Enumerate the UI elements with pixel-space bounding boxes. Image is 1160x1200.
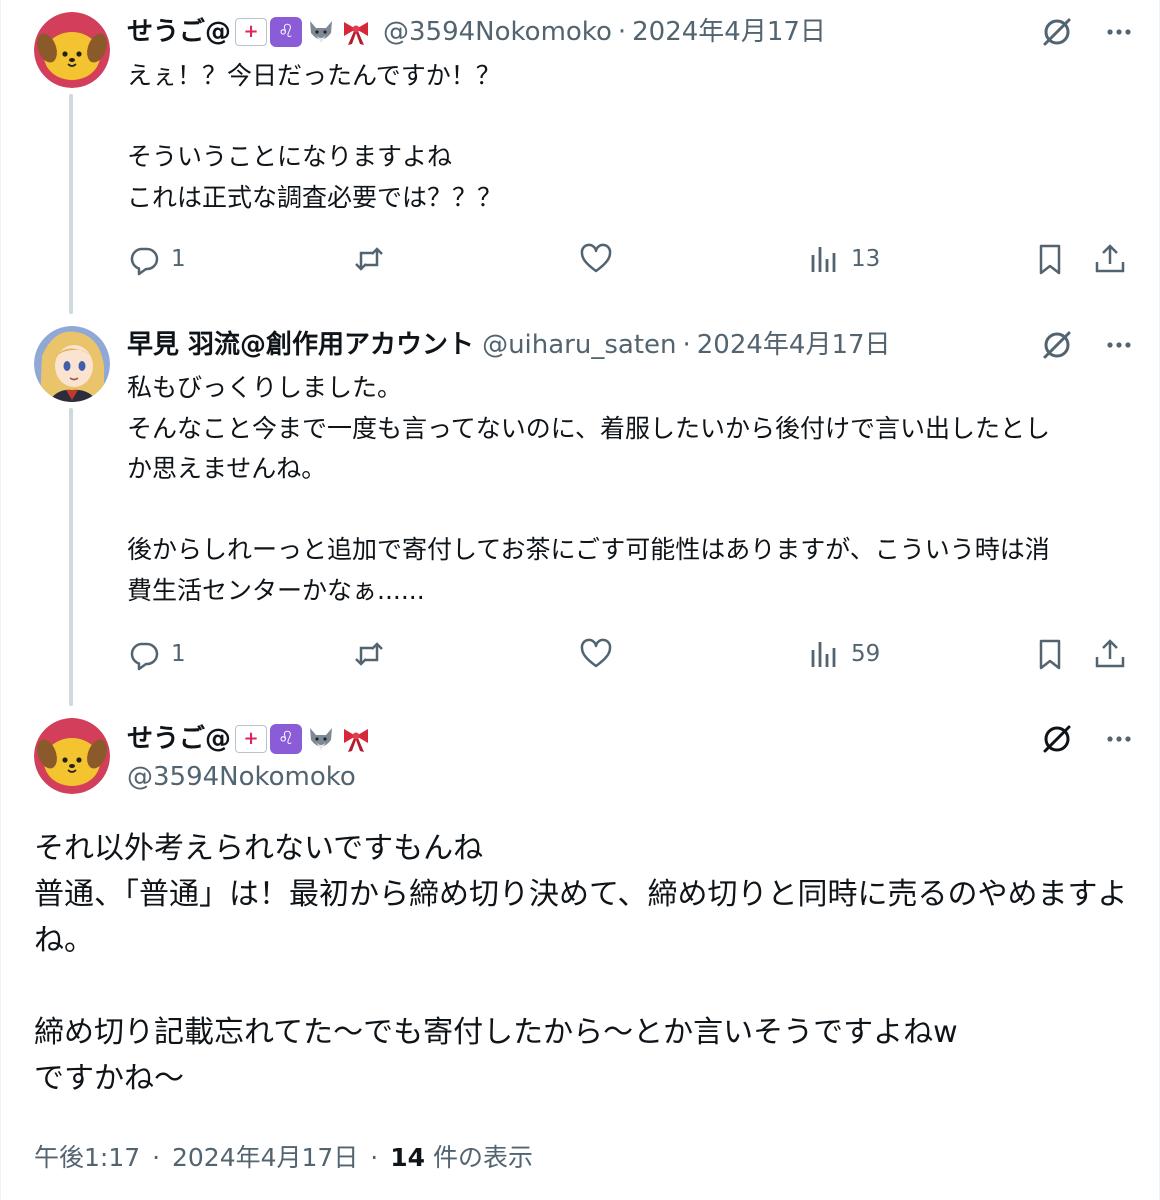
tweet-time[interactable]: 午後1:17: [34, 1143, 140, 1172]
ambulance-emoji-icon: +: [235, 725, 268, 753]
reply-icon: [130, 642, 159, 671]
reply-icon: [130, 247, 159, 276]
tweet-header-actions: [1040, 722, 1134, 756]
grok-icon[interactable]: [1040, 328, 1074, 362]
ribbon-emoji-icon: [340, 724, 372, 754]
user-handle[interactable]: @uiharu_saten: [482, 328, 676, 362]
wolf-emoji-icon: [305, 724, 337, 754]
display-name[interactable]: 早見 羽流@創作用アカウント: [127, 328, 474, 362]
views-icon: [811, 247, 836, 272]
tweet-actions: 1 59: [127, 637, 1127, 677]
name-emojis: + ♌: [235, 724, 375, 754]
retweet-icon: [355, 247, 383, 271]
bookmark-button[interactable]: [1033, 242, 1067, 276]
avatar[interactable]: [34, 326, 110, 402]
views-count: 59: [851, 641, 881, 667]
reply-count: 1: [171, 641, 186, 667]
tweet-header: せうご@ + ♌: [127, 722, 375, 756]
separator-dot: ·: [682, 330, 691, 360]
grok-icon[interactable]: [1040, 15, 1074, 49]
user-handle[interactable]: @3594Nokomoko: [383, 15, 612, 49]
wolf-emoji-icon: [305, 17, 337, 47]
views-count: 13: [851, 246, 881, 272]
tweet-date[interactable]: 2024年4月17日: [697, 328, 891, 362]
like-button[interactable]: [579, 242, 613, 276]
reply-button[interactable]: 1: [127, 637, 186, 671]
bookmark-icon: [1039, 244, 1061, 275]
reply-button[interactable]: 1: [127, 242, 186, 276]
tweet-date[interactable]: 2024年4月17日: [632, 15, 826, 49]
views-icon: [811, 642, 836, 667]
user-handle[interactable]: @3594Nokomoko: [127, 762, 356, 792]
views-count: 14: [390, 1143, 425, 1172]
tweet-text: えぇ！？今日だったんですか！？ そういうことになりますよね これは正式な調査必要…: [127, 61, 503, 212]
name-emojis: + ♌: [235, 17, 375, 47]
share-button[interactable]: [1093, 242, 1127, 276]
tweet-date[interactable]: 2024年4月17日: [172, 1143, 358, 1172]
bookmark-icon: [1039, 639, 1061, 670]
more-icon[interactable]: [1104, 17, 1134, 47]
avatar[interactable]: [34, 12, 110, 88]
share-icon: [1095, 639, 1125, 668]
retweet-button[interactable]: [352, 637, 386, 671]
tweet-header: 早見 羽流@創作用アカウント @uiharu_saten · 2024年4月17…: [127, 328, 891, 362]
anime-girl-avatar-image: [34, 326, 110, 402]
leo-sign-icon: ♌: [270, 724, 303, 754]
tweet-text: それ以外考えられないですもんね 普通、「普通」は！最初から締め切り決めて、締め切…: [34, 831, 1128, 1096]
separator-dot: ·: [370, 1143, 379, 1172]
like-button[interactable]: [579, 637, 613, 671]
like-icon: [580, 243, 612, 273]
separator-dot: ·: [152, 1143, 161, 1172]
tweet-header-actions: [1040, 328, 1134, 362]
dog-avatar-image: [34, 718, 110, 794]
tweet-text: 私もびっくりしました。 そんなこと今まで一度も言ってないのに、着服したいから後付…: [127, 373, 1051, 605]
tweet-header-actions: [1040, 15, 1134, 49]
share-icon: [1095, 244, 1125, 273]
views-button[interactable]: 13: [807, 242, 880, 276]
separator-dot: ·: [617, 17, 627, 47]
retweet-icon: [355, 642, 383, 666]
bookmark-button[interactable]: [1033, 637, 1067, 671]
tweet-footer: 午後1:17 · 2024年4月17日 · 14 件の表示: [34, 1138, 533, 1174]
more-icon[interactable]: [1104, 724, 1134, 754]
views-button[interactable]: 59: [807, 637, 880, 671]
ambulance-emoji-icon: +: [235, 18, 268, 46]
avatar[interactable]: [34, 718, 110, 794]
grok-icon[interactable]: [1040, 722, 1074, 756]
reply-count: 1: [171, 246, 186, 272]
leo-sign-icon: ♌: [270, 17, 303, 47]
thread-line: [69, 408, 73, 706]
like-icon: [580, 638, 612, 668]
views-label: 件の表示: [425, 1143, 533, 1172]
tweet-actions: 1 13: [127, 242, 1127, 282]
display-name[interactable]: せうご@: [127, 722, 231, 756]
retweet-button[interactable]: [352, 242, 386, 276]
more-icon[interactable]: [1104, 330, 1134, 360]
ribbon-emoji-icon: [340, 17, 372, 47]
tweet-header: せうご@ + ♌ @3594Nokomoko · 2024年4月17日: [127, 15, 826, 49]
thread-line: [69, 94, 73, 314]
dog-avatar-image: [34, 12, 110, 88]
share-button[interactable]: [1093, 637, 1127, 671]
display-name[interactable]: せうご@: [127, 15, 231, 49]
